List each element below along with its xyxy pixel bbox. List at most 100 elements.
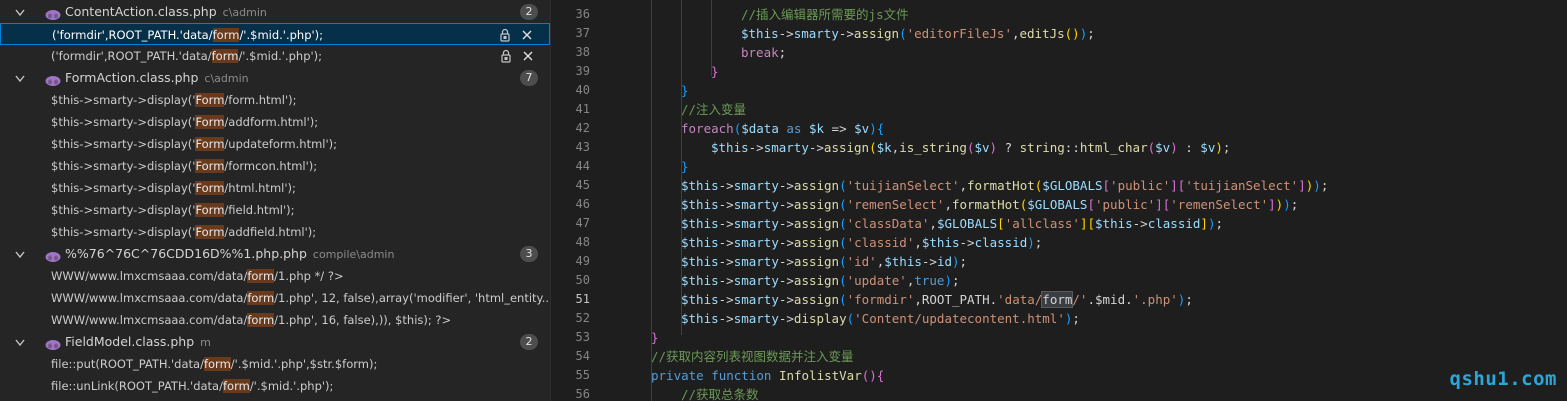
code-line[interactable]: foreach($data as $k => $v){ (681, 119, 884, 138)
code-token: -> (718, 254, 734, 269)
code-token: () (861, 368, 877, 383)
code-token: ) (1170, 140, 1178, 155)
match-result-row[interactable]: ('formdir',ROOT_PATH.'data/form/'.$mid.'… (0, 45, 550, 67)
code-line[interactable]: $this->smarty->assign('classid',$this->c… (681, 233, 1042, 252)
code-token: -> (921, 254, 937, 269)
file-name-text: ContentAction.class.php (65, 4, 217, 19)
code-line[interactable]: $this->smarty->assign('update',true); (681, 271, 960, 290)
code-token: id (936, 254, 953, 269)
match-suffix: /html.html'); (224, 181, 296, 195)
match-text: WWW/www.lmxcmsaaa.com/data/form/1.php', … (51, 313, 451, 327)
match-result-row[interactable]: WWW/www.lmxcmsaaa.com/data/form/1.php', … (0, 287, 550, 309)
replace-lock-icon[interactable] (498, 48, 514, 64)
code-line[interactable]: $this->smarty->assign($k,is_string($v) ?… (711, 138, 1230, 157)
code-token: smarty (733, 178, 779, 193)
code-line[interactable]: break; (741, 43, 786, 62)
file-result-row[interactable]: ContentAction.class.php c\admin 2 (0, 1, 550, 23)
code-line[interactable]: $this->smarty->assign('tuijianSelect',fo… (681, 176, 1328, 195)
code-token: 'id' (846, 254, 877, 269)
code-token: -> (778, 26, 794, 41)
match-result-row[interactable]: $this->smarty->display('Form/addform.htm… (0, 111, 550, 133)
code-line[interactable]: $this->smarty->assign('formdir',ROOT_PAT… (681, 290, 1193, 309)
file-result-row[interactable]: %%76^76C^76CDD16D%%1.php.php compile\admi… (0, 243, 550, 265)
code-token: smarty (733, 292, 779, 307)
code-token: -> (718, 178, 734, 193)
match-prefix: WWW/www.lmxcmsaaa.com/data/ (51, 269, 248, 283)
code-line[interactable]: $this->smarty->assign('classData',$GLOBA… (681, 214, 1223, 233)
find-match-highlight: form (1041, 291, 1074, 308)
code-line[interactable]: $this->smarty->assign('id',$this->id); (681, 252, 967, 271)
code-line[interactable]: //获取内容列表视图数据并注入变量 (651, 347, 854, 366)
file-result-row[interactable]: FormAction.class.php c\admin 7 (0, 67, 550, 89)
code-token: $GLOBALS (1027, 197, 1088, 212)
match-result-row[interactable]: WWW/www.lmxcmsaaa.com/data/form/1.php */… (0, 265, 550, 287)
line-number: 44 (575, 159, 590, 173)
chevron-down-icon[interactable] (14, 247, 26, 261)
code-token: formatHot (951, 197, 1020, 212)
match-result-row[interactable]: file::put(ROOT_PATH.'data/form/'.$mid.'.… (0, 353, 550, 375)
code-token: -> (808, 140, 824, 155)
chevron-down-icon[interactable] (14, 5, 26, 19)
match-prefix: file::unLink(ROOT_PATH.'data/ (51, 379, 223, 393)
code-token: ; (1320, 178, 1329, 193)
code-token: 'classid' (846, 235, 915, 250)
code-token: $k (876, 140, 892, 155)
code-token: classid (974, 235, 1028, 250)
match-text: WWW/www.lmxcmsaaa.com/data/form/1.php */… (51, 269, 344, 283)
match-result-row[interactable]: WWW/www.lmxcmsaaa.com/data/form/1.php', … (0, 309, 550, 331)
code-token: [ (1087, 197, 1095, 212)
match-result-row[interactable]: file::unLink(ROOT_PATH.'data/form/'.$mid… (0, 375, 550, 397)
line-number: 43 (575, 140, 590, 154)
match-suffix: /addfield.html'); (224, 225, 317, 239)
code-token: 'data/ (997, 292, 1043, 307)
code-line[interactable]: } (681, 81, 689, 100)
code-line[interactable]: private function InfolistVar(){ (651, 366, 884, 385)
code-editor[interactable]: 36 37 38 39 40 41 42 43 44 45 46 47 48 49 50 51 52 53 54 55… (551, 0, 1567, 401)
replace-lock-icon[interactable] (497, 27, 513, 43)
match-highlight: form (247, 269, 275, 283)
chevron-down-icon[interactable] (14, 335, 26, 349)
code-token: is_string (899, 140, 967, 155)
dismiss-close-icon[interactable] (519, 27, 535, 43)
line-number: 37 (575, 26, 590, 40)
code-token: 'editorFileJs' (906, 26, 1012, 41)
match-result-row[interactable]: $this->smarty->display('Form/formcon.htm… (0, 155, 550, 177)
code-line[interactable]: $this->smarty->assign('editorFileJs',edi… (741, 24, 1095, 43)
code-line[interactable]: //插入编辑器所需要的js文件 (741, 5, 909, 24)
match-result-row[interactable]: $this->smarty->display('Form/field.html'… (0, 199, 550, 221)
match-result-row[interactable]: $this->smarty->display('Form/form.html')… (0, 89, 550, 111)
match-result-row[interactable]: $this->smarty->display('Form/html.html')… (0, 177, 550, 199)
code-token: :: (1064, 140, 1080, 155)
code-token: InfolistVar (778, 368, 862, 383)
code-token: true (914, 273, 945, 288)
file-result-row[interactable]: FieldModel.class.php m 2 (0, 331, 550, 353)
code-token: 'allclass' (1004, 216, 1080, 231)
code-token: () (1064, 26, 1080, 41)
code-token: ; (1222, 140, 1231, 155)
match-result-row[interactable]: ('formdir',ROOT_PATH.'data/form/'.$mid.'… (0, 23, 550, 45)
file-name: FormAction.class.php c\admin (65, 70, 249, 85)
code-token: } (651, 330, 659, 345)
code-line[interactable]: $this->smarty->assign('remenSelect',form… (681, 195, 1298, 214)
code-line[interactable]: } (681, 157, 689, 176)
code-line[interactable]: //注入变量 (681, 100, 746, 119)
code-line[interactable]: $this->smarty->display('Content/updateco… (681, 309, 1080, 328)
match-result-row[interactable]: $this->smarty->display('Form/updateform.… (0, 133, 550, 155)
match-suffix: /formcon.html'); (224, 159, 318, 173)
line-number: 54 (575, 349, 590, 363)
code-line[interactable]: } (711, 62, 719, 81)
code-token: , (1011, 26, 1020, 41)
code-line[interactable]: //获取总条数 (681, 385, 759, 401)
code-token: as (778, 121, 809, 136)
code-token: //插入编辑器所需要的js文件 (741, 7, 909, 22)
match-result-row[interactable]: $this->smarty->display('Form/addfield.ht… (0, 221, 550, 243)
code-token: $GLOBALS (1042, 178, 1103, 193)
code-token: : (1177, 140, 1201, 155)
code-line[interactable]: } (651, 328, 659, 347)
code-token: assign (793, 235, 840, 250)
code-token: $this (741, 26, 779, 41)
match-text: ('formdir',ROOT_PATH.'data/form/'.$mid.'… (52, 28, 323, 42)
dismiss-close-icon[interactable] (520, 48, 536, 64)
code-token: 'remenSelect' (846, 197, 945, 212)
chevron-down-icon[interactable] (14, 71, 26, 85)
